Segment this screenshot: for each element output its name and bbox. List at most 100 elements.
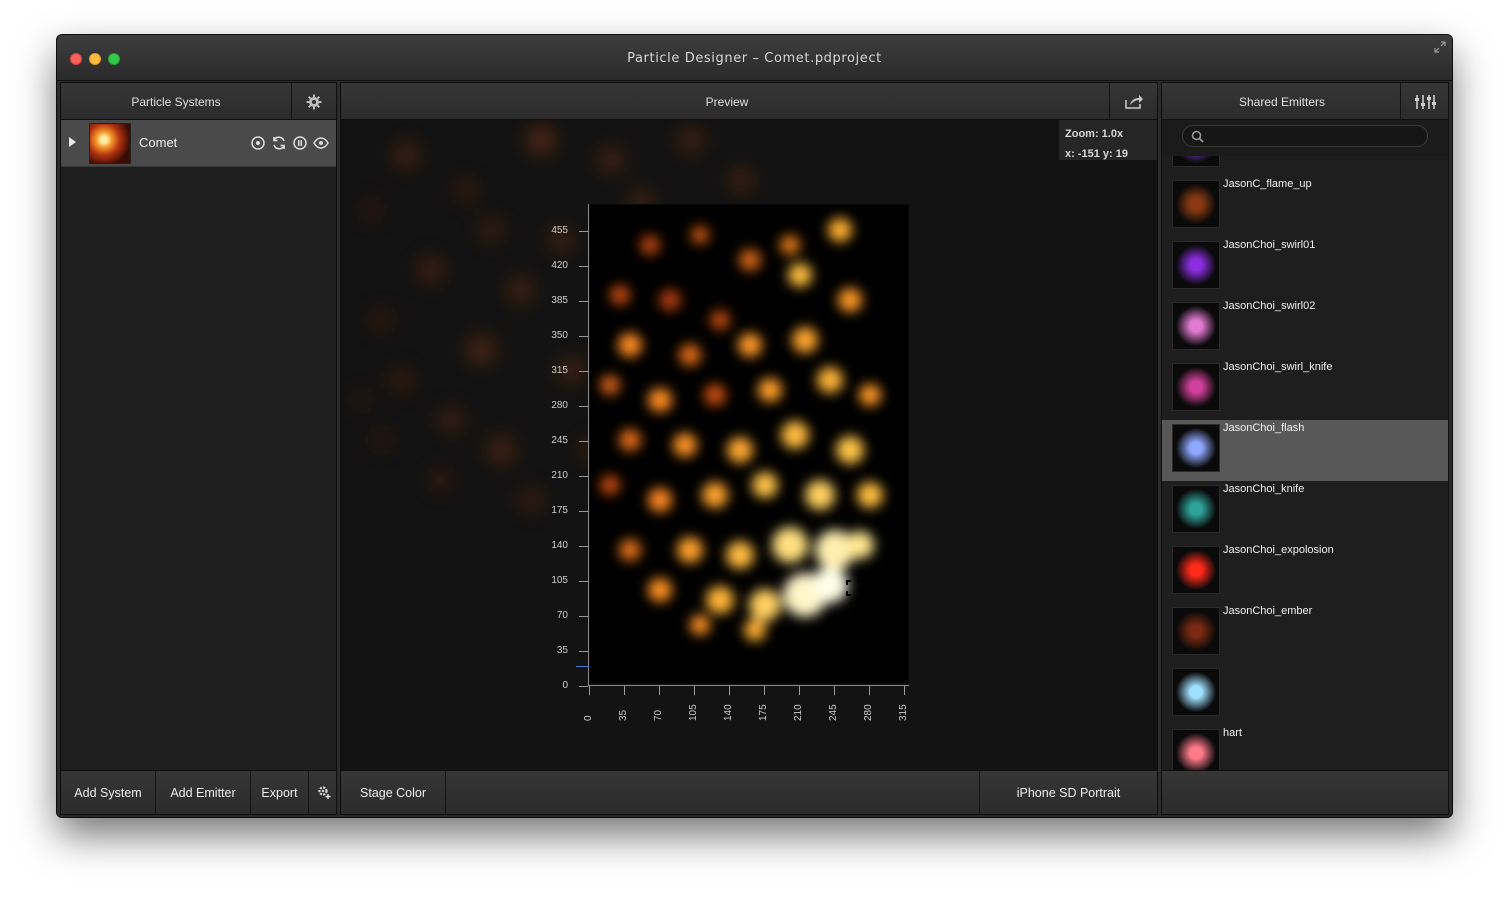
y-tick-label: 0	[562, 680, 568, 691]
device-screen[interactable]	[589, 204, 909, 684]
x-tick-label: 315	[898, 704, 909, 721]
y-tick-mark	[579, 371, 588, 372]
y-tick-label: 245	[551, 435, 568, 446]
preview-toolbar: Stage Color iPhone SD Portrait	[341, 770, 1157, 815]
particle-systems-title: Particle Systems	[131, 95, 221, 109]
system-name: Comet	[139, 135, 178, 150]
x-tick-mark	[729, 686, 730, 695]
emitter-thumbnail	[1172, 156, 1220, 167]
preview-title: Preview	[705, 95, 749, 109]
x-tick-label: 140	[723, 704, 734, 721]
shared-emitters-panel: Shared Emitters JasonC_flame_up JasonCho…	[1161, 82, 1449, 815]
y-tick-mark	[579, 581, 588, 582]
particle-systems-header: Particle Systems	[61, 83, 336, 120]
y-tick-mark	[579, 511, 588, 512]
x-tick-mark	[659, 686, 660, 695]
particle-burst	[600, 218, 883, 641]
preview-header: Preview	[341, 83, 1157, 120]
y-axis-indicator	[576, 666, 589, 667]
y-tick-mark	[579, 476, 588, 477]
emitter-item[interactable]: JasonChoi_expolosion	[1162, 542, 1448, 603]
shared-emitter-list[interactable]: JasonC_flame_up JasonChoi_swirl01 JasonCho…	[1162, 156, 1448, 770]
y-tick-mark	[579, 651, 588, 652]
emitter-item[interactable]: JasonChoi_flash	[1162, 420, 1448, 481]
device-select[interactable]: iPhone SD Portrait	[979, 771, 1157, 815]
emitter-thumbnail	[1172, 424, 1220, 472]
window-title: Particle Designer – Comet.pdproject	[627, 51, 882, 66]
pause-icon[interactable]	[292, 135, 308, 151]
y-tick-mark	[579, 441, 588, 442]
emitter-item[interactable]: JasonChoi_swirl02	[1162, 298, 1448, 359]
y-tick-label: 70	[556, 610, 568, 621]
y-tick-mark	[579, 266, 588, 267]
emitter-item[interactable]	[1162, 156, 1448, 176]
y-axis	[571, 204, 591, 724]
fullscreen-icon[interactable]	[1434, 41, 1446, 53]
add-emitter-button[interactable]: Add Emitter	[156, 771, 251, 815]
y-tick-label: 385	[551, 295, 568, 306]
x-tick-label: 245	[828, 704, 839, 721]
emitter-thumbnail	[1172, 302, 1220, 350]
y-tick-label: 105	[551, 575, 568, 586]
emitter-thumbnail	[1172, 607, 1220, 655]
stage-color-button[interactable]: Stage Color	[341, 771, 446, 815]
eye-icon[interactable]	[313, 135, 329, 151]
emitter-name: JasonChoi_swirl_knife	[1223, 361, 1333, 373]
emitter-name: JasonChoi_flash	[1223, 422, 1305, 434]
emitter-name: JasonC_flame_up	[1223, 178, 1312, 190]
shared-emitters-title: Shared Emitters	[1238, 95, 1326, 109]
emitter-item[interactable]: JasonC_flame_up	[1162, 176, 1448, 237]
x-axis	[589, 685, 909, 725]
preview-stage[interactable]: Zoom: 1.0x x: -151 y: 19 455 420 385 350 315…	[341, 120, 1157, 770]
x-tick-label: 280	[863, 704, 874, 721]
y-tick-label: 350	[551, 330, 568, 341]
emitter-item[interactable]	[1162, 664, 1448, 725]
emitter-name: JasonChoi_ember	[1223, 605, 1313, 617]
disclosure-triangle-icon[interactable]	[69, 137, 76, 147]
export-settings-button[interactable]	[309, 771, 338, 815]
emitter-item[interactable]: JasonChoi_swirl_knife	[1162, 359, 1448, 420]
y-tick-label: 35	[556, 645, 568, 656]
export-button[interactable]: Export	[251, 771, 309, 815]
target-icon[interactable]	[250, 135, 266, 151]
x-tick-label: 105	[688, 704, 699, 721]
x-tick-mark	[904, 686, 905, 695]
x-tick-label: 70	[653, 709, 664, 721]
share-button[interactable]	[1109, 83, 1157, 120]
emitter-filter-button[interactable]	[1400, 83, 1448, 120]
x-tick-mark	[834, 686, 835, 695]
zoom-level: Zoom: 1.0x	[1065, 128, 1124, 140]
emitter-position-handle-icon[interactable]	[846, 580, 862, 596]
emitter-search-input[interactable]	[1182, 125, 1428, 147]
y-tick-mark	[579, 231, 588, 232]
y-tick-label: 140	[551, 540, 568, 551]
y-tick-label: 420	[551, 260, 568, 271]
emitter-name: JasonChoi_expolosion	[1223, 544, 1334, 556]
systems-settings-button[interactable]	[291, 83, 336, 120]
preview-panel: Preview Zoom: 1.0x x: -151 y: 19 455 420…	[340, 82, 1158, 815]
emitter-item[interactable]: JasonChoi_swirl01	[1162, 237, 1448, 298]
emitter-item[interactable]: JasonChoi_ember	[1162, 603, 1448, 664]
y-tick-label: 280	[551, 400, 568, 411]
emitter-name: JasonChoi_knife	[1223, 483, 1305, 495]
emitter-item[interactable]: JasonChoi_knife	[1162, 481, 1448, 542]
y-tick-mark	[579, 686, 588, 687]
systems-toolbar: Add System Add Emitter Export	[61, 770, 338, 815]
y-tick-mark	[579, 301, 588, 302]
shared-emitters-header: Shared Emitters	[1162, 83, 1448, 120]
x-tick-label: 35	[618, 709, 629, 721]
emitter-thumbnail	[1172, 241, 1220, 289]
restart-icon[interactable]	[271, 135, 287, 151]
emitter-thumbnail	[1172, 668, 1220, 716]
emitter-item[interactable]: hart	[1162, 725, 1448, 770]
zoom-readout: Zoom: 1.0x x: -151 y: 19	[1059, 120, 1157, 160]
sliders-icon	[1414, 94, 1436, 109]
emitter-thumbnail	[1172, 546, 1220, 594]
y-tick-label: 210	[551, 470, 568, 481]
system-row-comet[interactable]: Comet	[61, 120, 336, 167]
x-tick-mark	[624, 686, 625, 695]
emitter-thumbnail	[1172, 729, 1220, 770]
add-system-button[interactable]: Add System	[61, 771, 156, 815]
x-tick-mark	[869, 686, 870, 695]
particle-systems-panel: Particle Systems Comet Add System Add Em…	[60, 82, 337, 815]
